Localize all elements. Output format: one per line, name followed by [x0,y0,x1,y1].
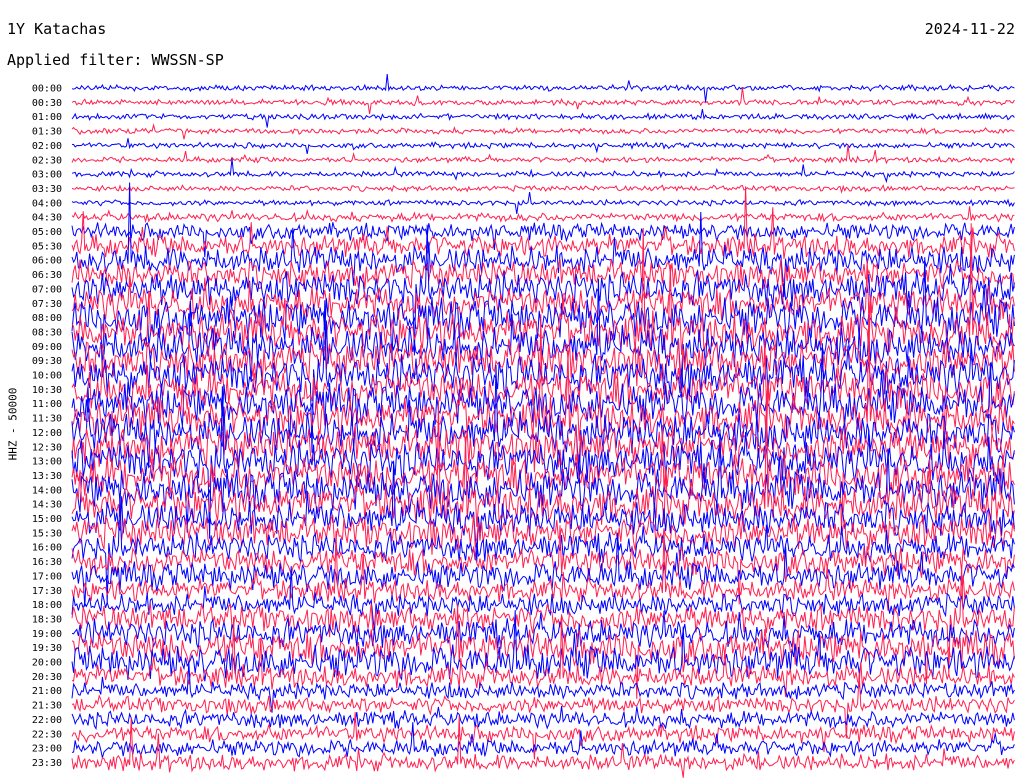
hour-tick-1900: 19:00 [32,629,62,640]
hour-tick-1000: 10:00 [32,371,62,382]
hour-tick-1700: 17:00 [32,571,62,582]
trace-0230 [71,144,1015,165]
hour-tick-0200: 02:00 [32,141,62,152]
trace-0630 [71,258,1015,293]
hour-tick-1500: 15:00 [32,514,62,525]
hour-tick-1200: 12:00 [32,428,62,439]
hour-tick-0530: 05:30 [32,241,62,252]
trace-2330 [71,715,1015,778]
hour-tick-1400: 14:00 [32,485,62,496]
trace-0130 [71,123,1015,140]
hour-tick-2230: 22:30 [32,729,62,740]
trace-2100 [71,661,1015,713]
hour-tick-1800: 18:00 [32,600,62,611]
hour-tick-0100: 01:00 [32,112,62,123]
trace-0200 [71,138,1015,154]
hour-tick-0600: 06:00 [32,256,62,267]
hour-tick-2100: 21:00 [32,686,62,697]
hour-tick-0130: 01:30 [32,127,62,138]
hour-tick-1300: 13:00 [32,457,62,468]
hour-tick-1130: 11:30 [32,414,62,425]
helicorder-plot: 00:00 00:30 01:00 01:30 02:00 02:30 03:00 03:30… [32,74,1015,778]
hour-tick-1530: 15:30 [32,528,62,539]
hour-tick-2200: 22:00 [32,715,62,726]
hour-tick-1630: 16:30 [32,557,62,568]
hour-tick-0730: 07:30 [32,299,62,310]
trace-0100 [71,109,1015,128]
hour-tick-2300: 23:00 [32,744,62,755]
seismic-traces [71,74,1015,778]
hour-tick-0230: 02:30 [32,155,62,166]
hour-tick-0300: 03:00 [32,170,62,181]
trace-0000 [71,74,1015,103]
trace-0400 [71,192,1015,214]
hour-tick-0700: 07:00 [32,284,62,295]
hour-tick-0930: 09:30 [32,356,62,367]
hour-tick-0800: 08:00 [32,313,62,324]
hour-tick-0000: 00:00 [32,84,62,95]
hour-tick-0400: 04:00 [32,198,62,209]
hour-tick-1100: 11:00 [32,399,62,410]
hour-tick-labels: 00:00 00:30 01:00 01:30 02:00 02:30 03:00 03:30… [32,84,62,769]
hour-tick-0830: 08:30 [32,327,62,338]
hour-tick-1830: 18:30 [32,614,62,625]
hour-tick-0900: 09:00 [32,342,62,353]
hour-tick-2030: 20:30 [32,672,62,683]
hour-tick-1230: 12:30 [32,442,62,453]
trace-1900 [71,610,1015,649]
hour-tick-2130: 21:30 [32,701,62,712]
hour-tick-0030: 00:30 [32,98,62,109]
hour-tick-1430: 14:30 [32,500,62,511]
hour-tick-1930: 19:30 [32,643,62,654]
trace-0300 [71,158,1015,184]
hour-tick-1030: 10:30 [32,385,62,396]
hour-tick-0630: 06:30 [32,270,62,281]
trace-0330 [71,184,1015,194]
trace-0030 [71,87,1015,115]
hour-tick-1330: 13:30 [32,471,62,482]
hour-tick-1730: 17:30 [32,586,62,597]
hour-tick-0430: 04:30 [32,213,62,224]
hour-tick-0500: 05:00 [32,227,62,238]
hour-tick-2330: 23:30 [32,758,62,769]
hour-tick-2000: 20:00 [32,658,62,669]
trace-0530 [71,186,1015,259]
hour-tick-0330: 03:30 [32,184,62,195]
hour-tick-1600: 16:00 [32,543,62,554]
trace-0430 [71,206,1015,224]
